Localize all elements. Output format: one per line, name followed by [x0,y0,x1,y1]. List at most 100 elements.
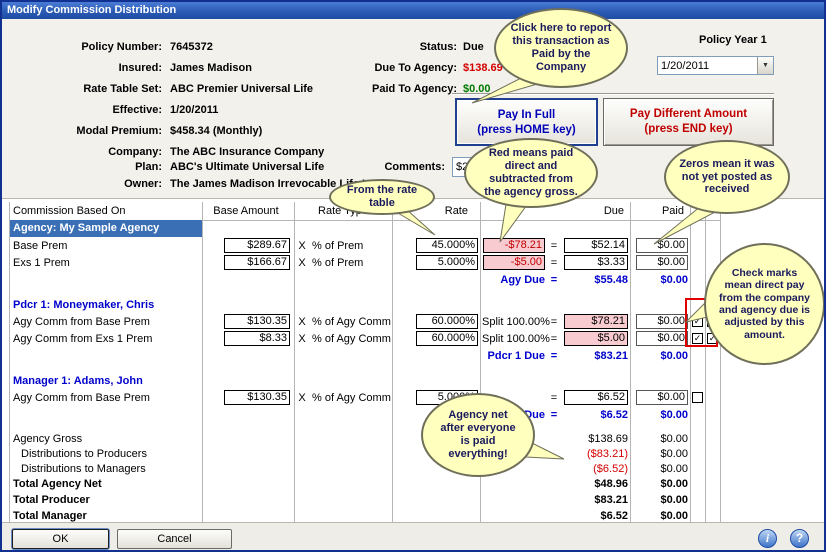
agency-title: Agency: My Sample Agency [10,220,202,237]
pdcr-due-value: $83.21 [594,349,628,362]
grid-vline [720,202,721,522]
rate-input[interactable]: 5.000% [416,255,478,270]
equals-sign: = [550,408,558,421]
table-row-producer-base: Agy Comm from Base Prem $130.35 X % of A… [10,313,720,330]
due-to-agency-row: Due To Agency: $138.69 [342,61,502,75]
effective-date-dropdown[interactable]: 1/20/2011 ▼ [657,56,774,75]
insured-value: James Madison [170,62,252,74]
summary-row-total-manager: Total Manager $6.52 $0.00 [10,508,720,524]
modify-commission-distribution-dialog: Modify Commission Distribution Policy Nu… [0,0,826,552]
callout-check-marks: Check marks mean direct pay from the com… [704,243,824,365]
title-bar[interactable]: Modify Commission Distribution [2,2,824,19]
rate-input[interactable]: 45.000% [416,238,478,253]
due-input[interactable]: $6.52 [564,390,628,405]
direct-paid-adjustment[interactable]: -$78.21 [483,238,545,253]
table-row-manager-base: Agy Comm from Base Prem $130.35 X % of A… [10,389,720,406]
comments-row: Comments: [330,160,451,174]
due-input[interactable]: $52.14 [564,238,628,253]
owner-row: Owner: The James Madison Irrevocable Life… [2,177,378,191]
rate-input[interactable]: 60.000% [416,314,478,329]
plan-value: ABC's Ultimate Universal Life [170,161,325,173]
summary-paid: $0.00 [660,494,688,506]
base-amount-input[interactable]: $8.33 [224,331,290,346]
plan-label: Plan: [135,161,162,173]
direct-paid-adjustment[interactable]: -$5.00 [483,255,545,270]
effective-value: 1/20/2011 [170,104,219,116]
table-row-exs-prem: Exs 1 Prem $166.67 X % of Prem 5.000% -$… [10,254,720,271]
row-label: Agy Comm from Exs 1 Prem [13,332,153,345]
paid-input[interactable]: $0.00 [636,255,688,270]
effective-row: Effective: 1/20/2011 [2,103,218,117]
paid-to-agency-label: Paid To Agency: [372,83,457,95]
table-row-producer-exs: Agy Comm from Exs 1 Prem $8.33 X % of Ag… [10,330,720,347]
pay-in-full-line2: (press HOME key) [477,124,576,136]
base-amount-input[interactable]: $289.67 [224,238,290,253]
equals-sign: = [550,332,558,345]
callout-zeros: Zeros mean it was not yet posted as rece… [664,140,790,214]
producer-title: Pdcr 1: Moneymaker, Chris [13,298,155,311]
table-row-base-prem: Base Prem $289.67 X % of Prem 45.000% -$… [10,237,720,254]
due-input[interactable]: $3.33 [564,255,628,270]
paid-input[interactable]: $0.00 [636,390,688,405]
modal-premium-value: $458.34 (Monthly) [170,125,263,137]
summary-due: ($6.52) [593,462,628,475]
rate-input[interactable]: 60.000% [416,331,478,346]
due-input[interactable]: $78.21 [564,314,628,329]
split-value: Split 100.00% [482,332,550,345]
company-row: Company: The ABC Insurance Company [2,145,324,159]
equals-sign: = [550,256,558,269]
agency-due-row: Agy Due = $55.48 $0.00 [10,271,720,288]
producer-due-row: Pdcr 1 Due = $83.21 $0.00 [10,347,720,364]
base-amount-input[interactable]: $130.35 [224,390,290,405]
summary-due: $138.69 [588,432,628,445]
direct-pay-checkbox[interactable] [692,392,703,403]
rate-type-value: % of Agy Comm [312,391,391,404]
agency-section-header[interactable]: Agency: My Sample Agency [10,220,720,237]
rate-type-value: % of Prem [312,239,364,252]
rate-table-set-label: Rate Table Set: [83,83,162,95]
comments-label: Comments: [384,161,445,173]
chevron-down-icon[interactable]: ▼ [757,57,773,74]
col-header-due: Due [603,205,624,217]
summary-paid: $0.00 [660,462,688,475]
owner-label: Owner: [124,178,162,190]
rate-type-value: % of Agy Comm [312,332,391,345]
pay-different-line2: (press END key) [644,123,733,135]
equals-sign: = [550,239,558,252]
paid-input[interactable]: $0.00 [636,238,688,253]
company-label: Company: [108,146,162,158]
summary-label: Distributions to Producers [21,447,147,460]
manager-section-header: Manager 1: Adams, John [10,372,720,389]
summary-label: Agency Gross [13,432,83,445]
row-label: Base Prem [13,239,68,252]
pay-different-line1: Pay Different Amount [629,108,748,120]
pdcr-paid-value: $0.00 [660,349,688,362]
paid-input[interactable]: $0.00 [636,314,688,329]
insured-row: Insured: James Madison [2,61,252,75]
cancel-button[interactable]: Cancel [117,529,232,549]
base-amount-input[interactable]: $166.67 [224,255,290,270]
summary-paid: $0.00 [660,478,688,490]
ok-button[interactable]: OK [12,529,109,549]
agy-due-label: Agy Due [500,273,545,286]
effective-label: Effective: [112,104,162,116]
due-input[interactable]: $5.00 [564,331,628,346]
multiply-sign: X [298,391,306,404]
callout-rate-table: From the rate table [329,179,435,215]
policy-number-label: Policy Number: [81,41,162,53]
status-value: Due [463,41,484,53]
status-row: Status: Due [342,40,484,54]
pay-different-amount-button[interactable]: Pay Different Amount (press END key) [603,98,774,146]
col-header-paid: Paid [661,205,684,217]
info-icon[interactable]: i [758,529,777,548]
help-icon[interactable]: ? [790,529,809,548]
status-label: Status: [419,41,457,53]
base-amount-input[interactable]: $130.35 [224,314,290,329]
summary-row-total-agency-net: Total Agency Net $48.96 $0.00 [10,476,720,492]
summary-due: ($83.21) [587,447,628,460]
agy-due-value: $55.48 [594,273,628,286]
paid-input[interactable]: $0.00 [636,331,688,346]
callout-red-means: Red means paid direct and subtracted fro… [464,138,598,208]
